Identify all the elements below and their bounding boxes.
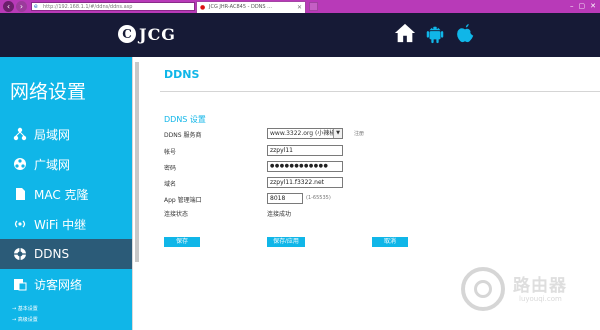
chevron-down-icon: ▼ [333,129,342,138]
sidebar-item-lan[interactable]: 局域网 [0,119,132,149]
sidebar-subitem-basic[interactable]: → 基本设置 [12,305,38,312]
sidebar-item-wifi-relay[interactable]: WiFi 中继 [0,209,132,239]
sidebar-item-label: 广域网 [34,157,71,172]
password-row: 密码 ●●●●●●●●●●●● [164,161,584,173]
provider-label: DDNS 服务商 [164,132,202,139]
sidebar-subitem-label: 高级设置 [17,317,38,323]
apple-icon[interactable] [454,22,476,44]
sidebar-item-ddns[interactable]: DDNS [0,239,132,269]
sidebar-item-wan[interactable]: 广域网 [0,149,132,179]
logo-mark: C [118,25,136,43]
sidebar-item-guest-network[interactable]: 访客网络 [0,269,132,299]
provider-row: DDNS 服务商 www.3322.org (小辣椒) ▼ 注册 [164,128,584,140]
window-controls: – ▢ ✕ [570,0,596,13]
arrow-left-icon: ‹ [6,2,11,11]
watermark-subtext: luyouqi.com [519,295,562,303]
save-button[interactable]: 保存 [164,237,200,247]
domain-label: 域名 [164,181,177,188]
sidebar-item-label: 局域网 [34,127,71,142]
tab-title: JCG JHR-AC845 - DDNS ... [209,4,272,10]
sidebar-subitem-label: 基本设置 [17,306,38,312]
tab-close-button[interactable]: ✕ [297,3,302,12]
save-apply-button[interactable]: 保存/应用 [267,237,305,247]
sidebar-item-label: 访客网络 [34,277,83,292]
luyouqi-watermark: 路由器 luyouqi.com [461,265,591,320]
section-title: DDNS 设置 [164,115,206,124]
jcg-logo: C JCG [118,23,176,45]
sidebar-scrollbar[interactable] [132,57,140,330]
account-row: 帐号 zzpyl11 [164,145,584,157]
account-label: 帐号 [164,149,177,156]
sidebar: 网络设置 局域网 广域网 MAC 克隆 WiFi 中继 DDNS 访客网络 → … [0,57,140,330]
domain-input[interactable]: zzpyl11.f3322.net [267,177,343,188]
sidebar-item-mac-clone[interactable]: MAC 克隆 [0,179,132,209]
provider-select[interactable]: www.3322.org (小辣椒) ▼ [267,128,343,139]
android-icon[interactable] [424,22,446,44]
address-bar[interactable]: e http://192.168.1.1/#/ddns/ddns.asp [31,2,195,11]
sidebar-title: 网络设置 [10,81,87,103]
password-input[interactable]: ●●●●●●●●●●●● [267,161,343,172]
sidebar-item-label: MAC 克隆 [34,187,89,202]
cancel-button[interactable]: 取消 [372,237,408,247]
sidebar-item-label: DDNS [34,247,70,261]
sidebar-item-label: WiFi 中继 [34,217,87,232]
sidebar-menu: 局域网 广域网 MAC 克隆 WiFi 中继 DDNS 访客网络 [0,119,132,299]
address-url: http://192.168.1.1/#/ddns/ddns.asp [43,4,133,10]
router-header: C JCG [0,13,600,57]
app-port-row: App 管理端口 8018 (1-65535) [164,193,584,205]
scrollbar-thumb[interactable] [135,62,139,262]
register-link[interactable]: 注册 [354,130,364,137]
lan-icon [12,126,28,142]
maximize-button[interactable]: ▢ [579,0,586,13]
new-tab-button[interactable] [309,2,318,11]
tab-favicon-icon: ● [200,4,206,11]
status-value: 连接成功 [267,211,292,218]
ddns-icon [12,246,28,262]
close-window-button[interactable]: ✕ [590,0,596,13]
domain-row: 域名 zzpyl11.f3322.net [164,177,584,189]
back-button[interactable]: ‹ [3,1,14,12]
account-input[interactable]: zzpyl11 [267,145,343,156]
status-row: 连接状态 连接成功 [164,207,584,219]
watermark-logo-inner [474,280,492,298]
browser-titlebar: ‹ › e http://192.168.1.1/#/ddns/ddns.asp… [0,0,600,13]
platform-icons [394,22,476,44]
title-divider [160,91,600,92]
logo-text: JCG [139,24,176,44]
mac-clone-icon [12,186,28,202]
home-icon[interactable] [394,22,416,44]
wifi-relay-icon [12,216,28,232]
arrow-right-icon: › [19,2,24,11]
watermark-text: 路由器 [513,276,567,296]
status-label: 连接状态 [164,211,189,218]
password-label: 密码 [164,165,177,172]
sidebar-subitem-advanced[interactable]: → 高级设置 [12,316,38,323]
minimize-button[interactable]: – [570,0,574,13]
watermark-logo-icon [461,267,505,311]
app-port-hint: (1-65535) [306,195,331,201]
app-port-label: App 管理端口 [164,197,202,204]
guest-network-icon [12,276,28,292]
browser-favicon-icon: e [34,3,38,10]
forward-button[interactable]: › [16,1,27,12]
wan-icon [12,156,28,172]
page-title: DDNS [164,68,200,81]
app-port-input[interactable]: 8018 [267,193,303,204]
browser-tab[interactable]: ● JCG JHR-AC845 - DDNS ... ✕ [196,1,306,13]
provider-selected-value: www.3322.org (小辣椒) [270,130,338,137]
